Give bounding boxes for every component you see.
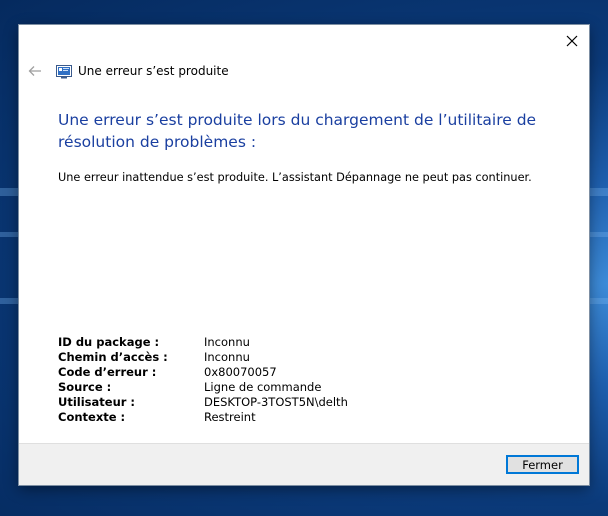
detail-row-path: Chemin d’accès : Inconnu [58,350,348,365]
detail-value: Restreint [204,410,256,424]
detail-value: Inconnu [204,350,250,364]
detail-value: DESKTOP-3TOST5N\delth [204,395,348,409]
dialog-footer: Fermer [19,443,589,485]
error-message: Une erreur inattendue s’est produite. L’… [58,171,532,184]
detail-value: 0x80070057 [204,365,277,379]
close-icon[interactable] [561,30,583,52]
error-heading: Une erreur s’est produite lors du charge… [58,111,537,151]
troubleshooter-icon [56,64,72,79]
detail-label: Contexte : [58,410,126,424]
detail-row-package-id: ID du package : Inconnu [58,335,348,350]
detail-label: Code d’erreur : [58,365,157,379]
detail-row-error-code: Code d’erreur : 0x80070057 [58,365,348,380]
detail-row-context: Contexte : Restreint [58,410,348,425]
detail-value: Inconnu [204,335,250,349]
close-button[interactable]: Fermer [506,455,579,474]
dialog-header: Une erreur s’est produite [27,61,229,81]
detail-value: Ligne de commande [204,380,322,394]
detail-row-user: Utilisateur : DESKTOP-3TOST5N\delth [58,395,348,410]
detail-label: ID du package : [58,335,160,349]
detail-label: Utilisateur : [58,395,136,409]
troubleshooter-error-dialog: Une erreur s’est produite Une erreur s’e… [19,25,589,485]
dialog-header-title: Une erreur s’est produite [78,64,229,78]
detail-label: Source : [58,380,112,394]
detail-row-source: Source : Ligne de commande [58,380,348,395]
back-arrow-icon[interactable] [27,63,43,79]
detail-label: Chemin d’accès : [58,350,168,364]
error-details: ID du package : Inconnu Chemin d’accès :… [58,335,348,425]
